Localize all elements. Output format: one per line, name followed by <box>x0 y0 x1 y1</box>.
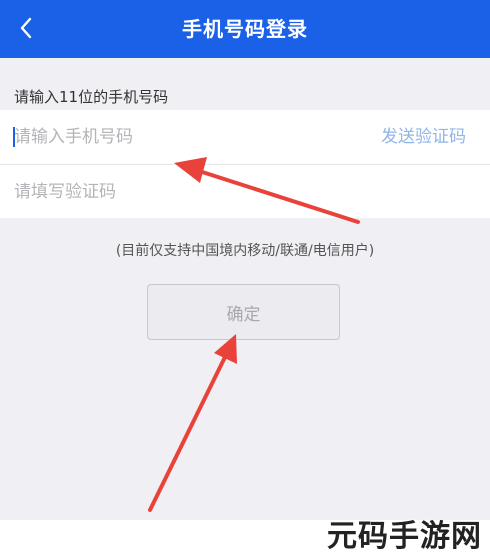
annotation-arrows <box>148 157 360 512</box>
arrow-to-confirm-button <box>148 334 237 512</box>
app-header: 手机号码登录 <box>0 0 490 58</box>
phone-row: 发送验证码 <box>0 110 490 165</box>
verification-code-input[interactable] <box>14 165 474 218</box>
login-form: 发送验证码 <box>0 110 490 218</box>
phone-hint-label: 请输入11位的手机号码 <box>14 88 169 106</box>
code-row <box>0 165 490 218</box>
send-code-button[interactable]: 发送验证码 <box>381 110 466 164</box>
confirm-button[interactable]: 确定 <box>147 284 340 340</box>
text-cursor <box>13 127 15 147</box>
watermark-logo: 元码手游网 <box>327 519 482 554</box>
carrier-support-note: (目前仅支持中国境内移动/联通/电信用户) <box>115 243 375 259</box>
phone-input[interactable] <box>14 110 344 164</box>
page-title: 手机号码登录 <box>182 17 308 41</box>
